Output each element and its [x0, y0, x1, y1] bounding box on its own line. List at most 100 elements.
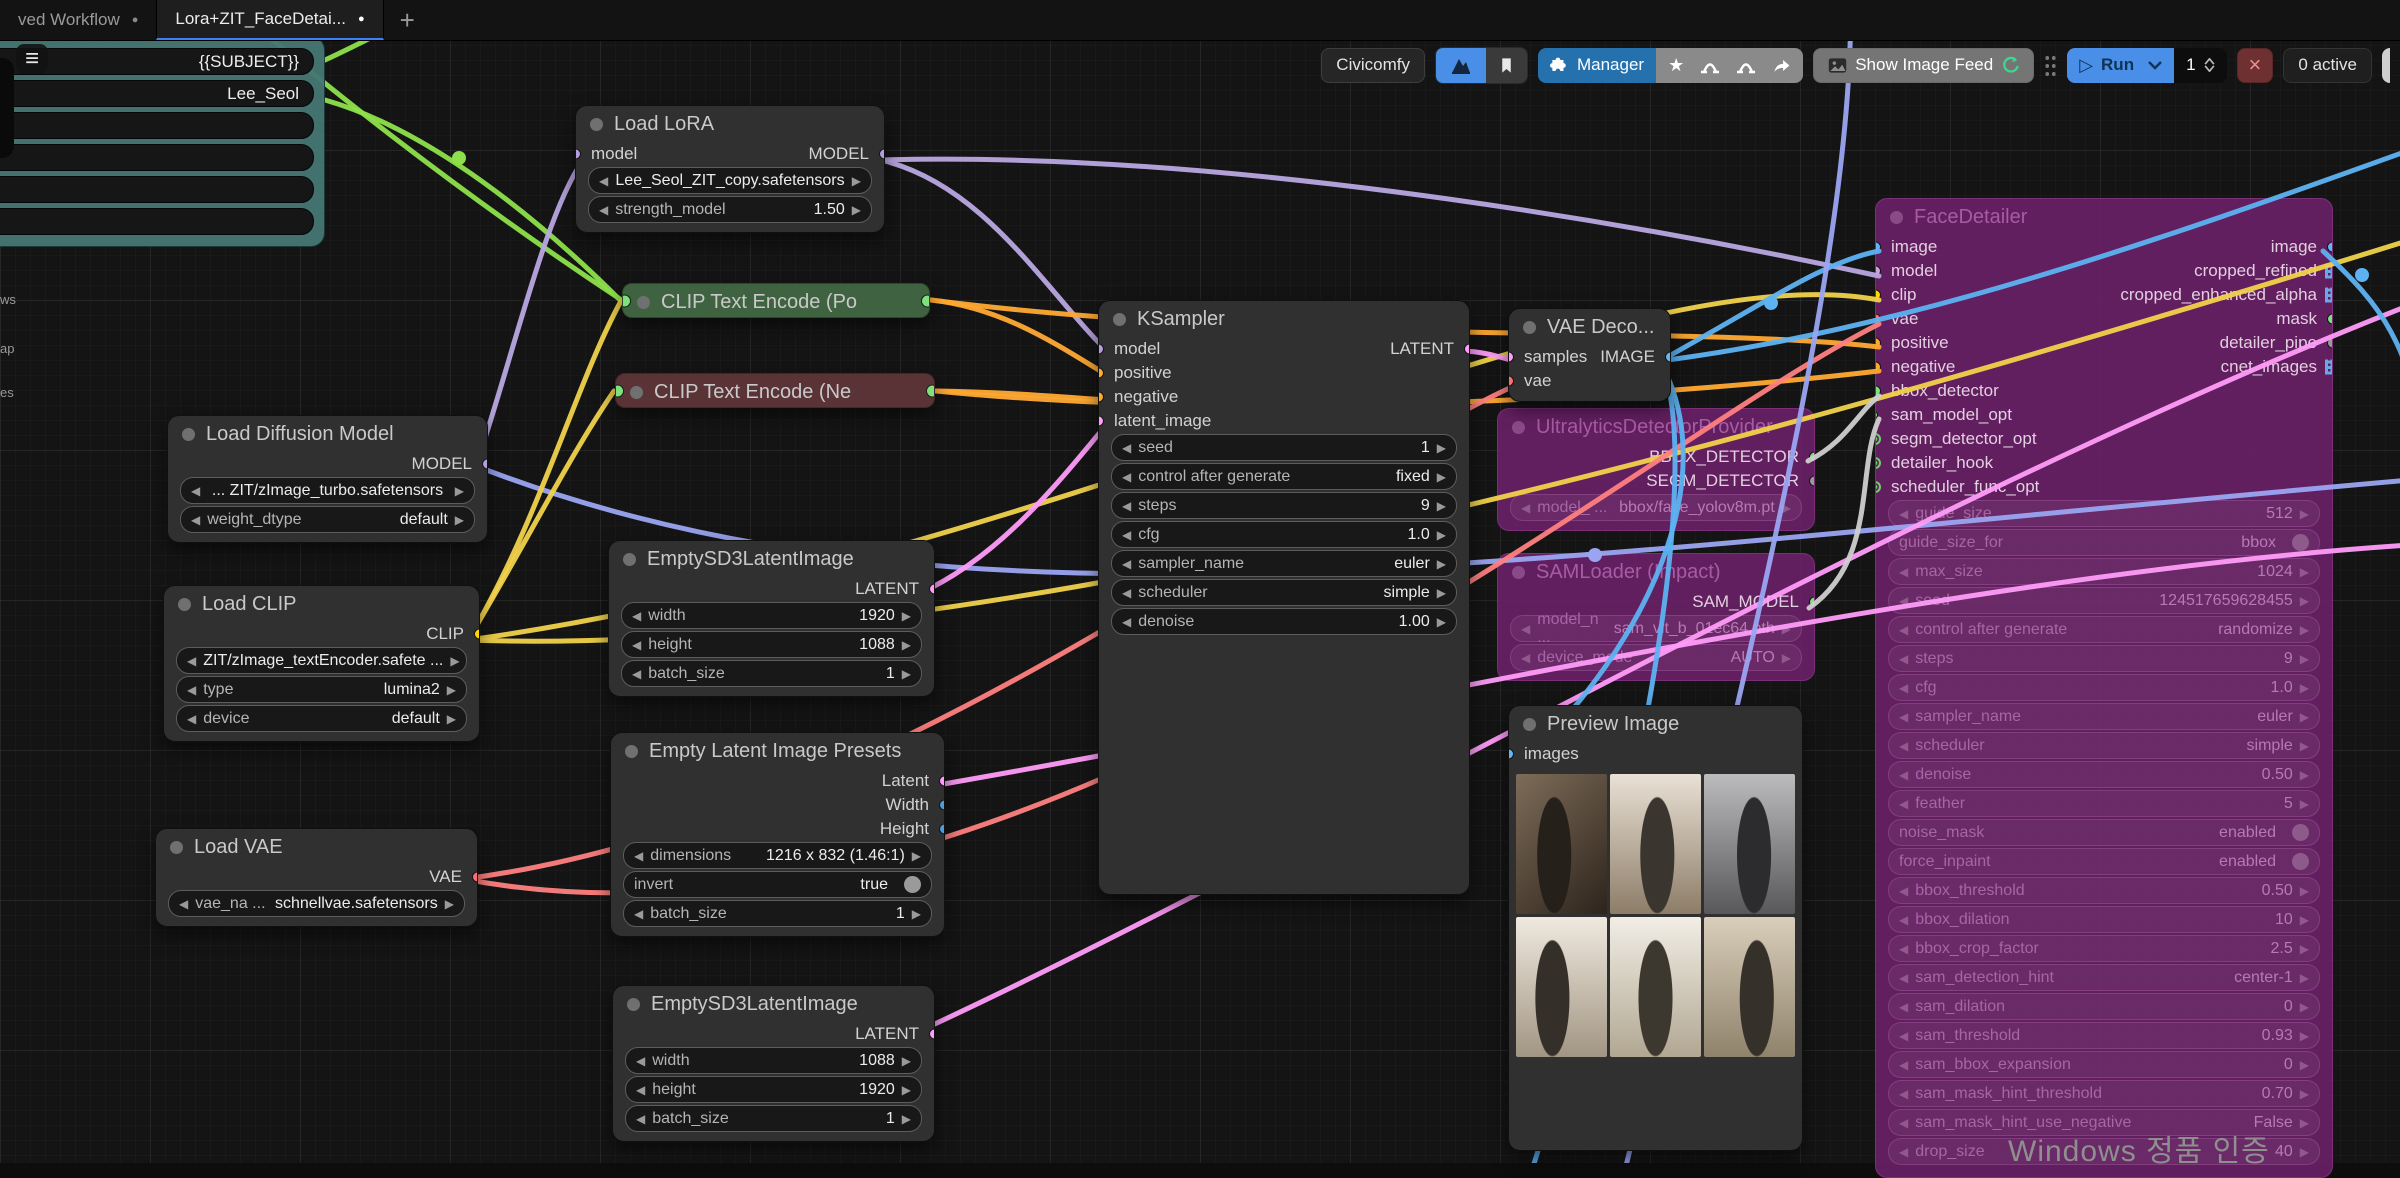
node-titlebar[interactable]: SAMLoader (Impact) — [1498, 554, 1814, 590]
node-load-lora[interactable]: 1.955sLoad LoRAmodelMODEL◀Lee_Seol_ZIT_c… — [575, 105, 885, 233]
node-face-detailer[interactable]: comfyui-impact-packFaceDetailerimageimag… — [1875, 198, 2333, 1178]
output-slot[interactable] — [1809, 476, 1815, 487]
manager-button[interactable]: Manager — [1538, 48, 1656, 83]
toolbar-overflow-button[interactable] — [2382, 48, 2390, 83]
widget-max-size[interactable]: ◀max_size1024▶ — [1888, 558, 2320, 585]
collapse-dot-icon[interactable] — [1523, 718, 1536, 731]
decrement-arrow-icon[interactable]: ◀ — [632, 638, 641, 652]
node-titlebar[interactable]: Load LoRA — [576, 106, 884, 142]
optional-input-slot[interactable] — [1875, 481, 1881, 493]
decrement-arrow-icon[interactable]: ◀ — [1899, 768, 1908, 782]
increment-arrow-icon[interactable]: ▶ — [2300, 1058, 2309, 1072]
text-option-pill[interactable] — [0, 176, 314, 203]
decrement-arrow-icon[interactable]: ◀ — [1122, 499, 1131, 513]
input-slot[interactable] — [1875, 290, 1881, 301]
decrement-arrow-icon[interactable]: ◀ — [1899, 681, 1908, 695]
toggle-knob-icon[interactable] — [2292, 824, 2309, 841]
widget-control-after-generate[interactable]: ◀control after generaterandomize▶ — [1888, 616, 2320, 643]
widget-batch-size[interactable]: ◀batch_size1▶ — [623, 900, 932, 927]
decrement-arrow-icon[interactable]: ◀ — [1899, 971, 1908, 985]
widget-height[interactable]: ◀height1088▶ — [621, 631, 922, 658]
node-ksampler[interactable]: 27.625sKSamplermodelLATENTpositivenegati… — [1098, 300, 1470, 895]
text-option-pill[interactable] — [0, 144, 314, 171]
increment-arrow-icon[interactable]: ▶ — [450, 654, 459, 668]
preview-thumbnail[interactable] — [1610, 917, 1701, 1057]
input-slot[interactable] — [1875, 411, 1878, 419]
widget-seed[interactable]: ◀seed1▶ — [1111, 434, 1457, 461]
increment-arrow-icon[interactable]: ▶ — [902, 1083, 911, 1097]
node-titlebar[interactable]: Empty Latent Image Presets — [611, 733, 944, 769]
increment-arrow-icon[interactable]: ▶ — [1782, 651, 1791, 665]
increment-arrow-icon[interactable]: ▶ — [2300, 1116, 2309, 1130]
increment-arrow-icon[interactable]: ▶ — [902, 1112, 911, 1126]
input-slot[interactable] — [1875, 266, 1881, 277]
increment-arrow-icon[interactable]: ▶ — [2300, 565, 2309, 579]
decrement-arrow-icon[interactable]: ◀ — [1899, 797, 1908, 811]
decrement-arrow-icon[interactable]: ◀ — [1899, 507, 1908, 521]
toolbar-drag-handle[interactable] — [2044, 54, 2057, 76]
decrement-arrow-icon[interactable]: ◀ — [191, 513, 200, 527]
widget-sam-mask-hint-threshold[interactable]: ◀sam_mask_hint_threshold0.70▶ — [1888, 1080, 2320, 1107]
decrement-arrow-icon[interactable]: ◀ — [1122, 557, 1131, 571]
increment-arrow-icon[interactable]: ▶ — [447, 712, 456, 726]
increment-arrow-icon[interactable]: ▶ — [1782, 501, 1791, 515]
widget-device-mode[interactable]: ◀device_modeAUTO▶ — [1510, 644, 1802, 671]
increment-arrow-icon[interactable]: ▶ — [2300, 1087, 2309, 1101]
toggle-knob-icon[interactable] — [2292, 853, 2309, 870]
decrement-arrow-icon[interactable]: ◀ — [634, 907, 643, 921]
widget-force-inpaint[interactable]: force_inpaintenabled — [1888, 848, 2320, 875]
output-slot[interactable] — [2327, 314, 2333, 325]
output-slot[interactable] — [2327, 242, 2333, 253]
widget-bbox-dilation[interactable]: ◀bbox_dilation10▶ — [1888, 906, 2320, 933]
output-slot[interactable] — [1809, 452, 1815, 463]
node-titlebar[interactable]: FaceDetailer — [1876, 199, 2332, 235]
node-empty-latent-presets[interactable]: 0.006sKJNodesEmpty Latent Image PresetsL… — [610, 732, 945, 937]
widget-bbox-crop-factor[interactable]: ◀bbox_crop_factor2.5▶ — [1888, 935, 2320, 962]
widget-denoise[interactable]: ◀denoise0.50▶ — [1888, 761, 2320, 788]
widget-sampler-name[interactable]: ◀sampler_nameeuler▶ — [1111, 550, 1457, 577]
decrement-arrow-icon[interactable]: ◀ — [636, 1112, 645, 1126]
collapse-dot-icon[interactable] — [1523, 321, 1536, 334]
civicomfy-button[interactable]: Civicomfy — [1321, 48, 1425, 83]
input-slot[interactable] — [1098, 344, 1104, 355]
stepper-arrows[interactable] — [2204, 58, 2215, 72]
decrement-arrow-icon[interactable]: ◀ — [187, 654, 196, 668]
decrement-arrow-icon[interactable]: ◀ — [1899, 942, 1908, 956]
widget-sam-detection-hint[interactable]: ◀sam_detection_hintcenter-1▶ — [1888, 964, 2320, 991]
canvas-menu-button[interactable]: ≡ — [16, 44, 48, 74]
increment-arrow-icon[interactable]: ▶ — [1437, 441, 1446, 455]
decrement-arrow-icon[interactable]: ◀ — [1899, 913, 1908, 927]
increment-arrow-icon[interactable]: ▶ — [1437, 586, 1446, 600]
widget-guide-size[interactable]: ◀guide_size512▶ — [1888, 500, 2320, 527]
decrement-arrow-icon[interactable]: ◀ — [1899, 1000, 1908, 1014]
node-sam-loader-impact[interactable]: comfyui-impact-packSAMLoader (Impact)SAM… — [1497, 553, 1815, 681]
widget-weight-dtype[interactable]: ◀weight_dtypedefault▶ — [180, 506, 475, 533]
optional-input-slot[interactable] — [1875, 457, 1881, 469]
increment-arrow-icon[interactable]: ▶ — [2300, 942, 2309, 956]
node-load-clip[interactable]: 40.256sLoad CLIPCLIP◀ZIT/zImage_textEnco… — [163, 585, 480, 742]
node-vae-decode[interactable]: 1.390sVAE Deco...samplesIMAGEvae — [1508, 308, 1671, 402]
output-slot[interactable] — [1809, 597, 1815, 608]
increment-arrow-icon[interactable]: ▶ — [2300, 623, 2309, 637]
widget-cfg[interactable]: ◀cfg1.0▶ — [1111, 521, 1457, 548]
decrement-arrow-icon[interactable]: ◀ — [187, 683, 196, 697]
widget-batch-size[interactable]: ◀batch_size1▶ — [621, 660, 922, 687]
decrement-arrow-icon[interactable]: ◀ — [1122, 470, 1131, 484]
decrement-arrow-icon[interactable]: ◀ — [632, 667, 641, 681]
widget-strength-model[interactable]: ◀strength_model1.50▶ — [588, 196, 872, 223]
widget-value[interactable]: ◀ZIT/zImage_textEncoder.safete ...▶ — [176, 647, 467, 674]
output-slot[interactable] — [929, 1029, 935, 1040]
widget-scheduler[interactable]: ◀schedulersimple▶ — [1111, 579, 1457, 606]
preview-thumbnail[interactable] — [1516, 774, 1607, 914]
increment-arrow-icon[interactable]: ▶ — [2300, 884, 2309, 898]
widget-sam-threshold[interactable]: ◀sam_threshold0.93▶ — [1888, 1022, 2320, 1049]
node-titlebar[interactable]: VAE Deco... — [1509, 309, 1670, 345]
widget-seed[interactable]: ◀seed124517659628455▶ — [1888, 587, 2320, 614]
decrement-arrow-icon[interactable]: ◀ — [1899, 1087, 1908, 1101]
increment-arrow-icon[interactable]: ▶ — [902, 1054, 911, 1068]
chart-button[interactable] — [1436, 48, 1486, 83]
widget-sam-dilation[interactable]: ◀sam_dilation0▶ — [1888, 993, 2320, 1020]
decrement-arrow-icon[interactable]: ◀ — [1122, 441, 1131, 455]
text-option-pill[interactable] — [0, 112, 314, 139]
preview-thumbnail[interactable] — [1610, 774, 1701, 914]
